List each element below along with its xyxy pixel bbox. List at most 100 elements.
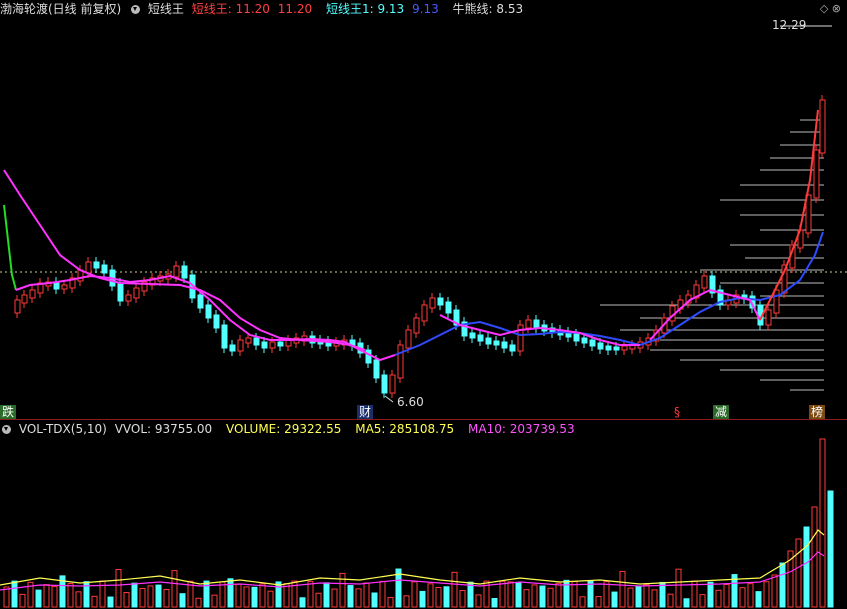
- volume-header: VOL-TDX(5,10) VVOL: 93755.00 VOLUME: 293…: [0, 420, 579, 438]
- short-line-mid2: [439, 314, 640, 346]
- ma5-label: MA5:: [355, 422, 386, 436]
- volume-bar: [123, 592, 130, 608]
- candle-body: [597, 342, 604, 350]
- volume-bar: [579, 596, 586, 608]
- volume-bar: [387, 597, 394, 608]
- volume-bar: [803, 526, 810, 608]
- volume-bar: [107, 596, 114, 608]
- kline-chart[interactable]: [0, 0, 847, 609]
- candle-body: [813, 149, 820, 199]
- candle-body: [397, 344, 404, 379]
- candle-body: [589, 339, 596, 347]
- candle-body: [21, 294, 28, 304]
- candle-body: [389, 374, 396, 394]
- candle-body: [253, 337, 260, 346]
- volume-bar: [819, 438, 826, 608]
- volume-bar: [683, 598, 690, 608]
- candle-body: [197, 294, 204, 309]
- volume-bar: [531, 584, 538, 608]
- short-line-green: [3, 204, 17, 291]
- volume-bar: [35, 589, 42, 608]
- volume-bar: [323, 582, 330, 608]
- volume-bar: [211, 594, 218, 608]
- candle-body: [413, 317, 420, 334]
- volume-bar: [155, 584, 162, 608]
- candle-body: [421, 304, 428, 322]
- candle-body: [405, 329, 412, 349]
- volume-bar: [611, 591, 618, 608]
- candle-body: [101, 264, 108, 274]
- bull-bear-line: [394, 231, 824, 356]
- volume-bar: [419, 590, 426, 608]
- volume-bar: [619, 570, 626, 608]
- volume-bar: [355, 588, 362, 608]
- volume-bar: [747, 583, 754, 608]
- volume-indicator[interactable]: VOL-TDX(5,10): [19, 422, 107, 436]
- volume-bar: [443, 586, 450, 608]
- volume-label: VOLUME:: [226, 422, 281, 436]
- candle-body: [277, 341, 284, 347]
- volume-bar: [707, 581, 714, 608]
- volume-bar: [515, 582, 522, 608]
- volume-bar: [347, 585, 354, 608]
- candle-body: [93, 261, 100, 269]
- volume-bar: [379, 580, 386, 608]
- volume-bar: [435, 586, 442, 608]
- volume-bar: [571, 581, 578, 608]
- volume-bar: [523, 589, 530, 608]
- candle-body: [173, 265, 180, 278]
- volume-bar: [203, 580, 210, 608]
- candle-body: [14, 299, 21, 314]
- candle-body: [269, 341, 276, 349]
- volume-bar: [459, 590, 466, 608]
- marker-caiwu[interactable]: 财: [357, 405, 374, 419]
- volume-bar: [179, 593, 186, 608]
- volume-bar: [331, 588, 338, 608]
- volume-bar: [91, 595, 98, 608]
- volume-bar: [251, 586, 258, 608]
- marker-bang[interactable]: 榜: [809, 405, 826, 419]
- volume-bar: [603, 581, 610, 608]
- volume-bar: [219, 581, 226, 608]
- candle-body: [117, 282, 124, 302]
- ma10-label: MA10:: [468, 422, 506, 436]
- volume-bar: [19, 593, 26, 608]
- volume-bar: [667, 593, 674, 608]
- volume-bar: [499, 580, 506, 608]
- volume-bar: [771, 574, 778, 608]
- marker-die[interactable]: 跌: [0, 405, 17, 419]
- volume-menu-icon[interactable]: [2, 425, 11, 434]
- volume-bar: [587, 580, 594, 608]
- volume-bar: [67, 583, 74, 608]
- candle-body: [205, 304, 212, 319]
- candle-body: [493, 340, 500, 346]
- volume-bar: [115, 569, 122, 608]
- volume-bar: [43, 584, 50, 608]
- candle-body: [261, 341, 268, 349]
- candle-body: [469, 332, 476, 339]
- volume-bar: [763, 581, 770, 608]
- volume-bar: [139, 587, 146, 608]
- candle-body: [29, 289, 36, 299]
- volume-bar: [627, 587, 634, 608]
- candle-body: [773, 289, 780, 314]
- volume-bar: [259, 583, 266, 608]
- volume-bar: [475, 594, 482, 608]
- marker-jian[interactable]: 减: [713, 405, 730, 419]
- candle-body: [573, 333, 580, 342]
- marker-red[interactable]: §: [672, 405, 682, 419]
- volume-bar: [795, 538, 802, 608]
- candle-body: [125, 294, 132, 302]
- candle-body: [581, 337, 588, 344]
- ma5-value: 285108.75: [389, 422, 455, 436]
- candle-body: [429, 297, 436, 309]
- volume-bar: [195, 597, 202, 608]
- volume-bar: [715, 589, 722, 608]
- volume-bar: [235, 583, 242, 608]
- short-line-magenta: [3, 169, 366, 351]
- volume-bar: [75, 591, 82, 608]
- volume-bar: [827, 490, 834, 608]
- volume-bar: [11, 580, 18, 608]
- candle-body: [381, 374, 388, 394]
- candle-body: [701, 275, 708, 289]
